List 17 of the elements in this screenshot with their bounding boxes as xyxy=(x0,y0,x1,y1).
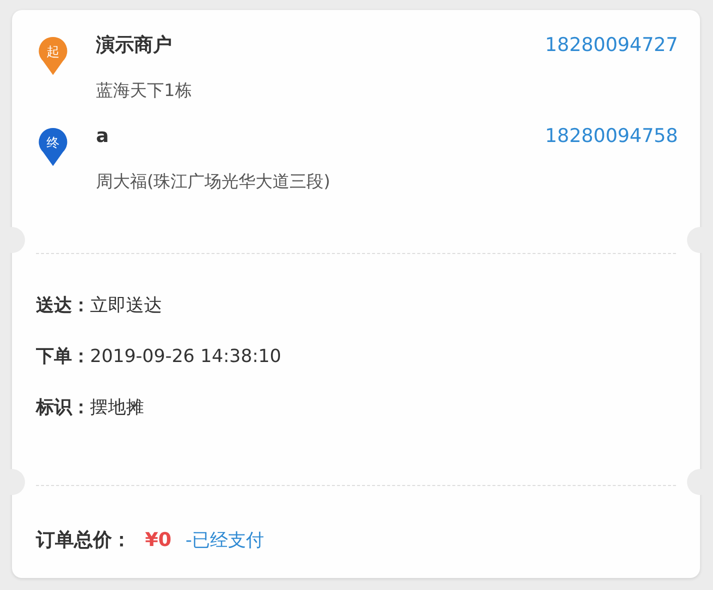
map-pin-icon: 起 xyxy=(38,36,68,76)
detail-value: 摆地摊 xyxy=(90,397,144,418)
total-label: 订单总价： xyxy=(36,528,131,552)
detail-label: 标识： xyxy=(36,397,90,418)
detail-label: 送达： xyxy=(36,295,90,316)
map-pin-icon: 终 xyxy=(38,127,68,167)
detail-label: 下单： xyxy=(36,346,90,367)
phone-link[interactable]: 18280094758 xyxy=(545,123,678,149)
stop-address: 周大福(珠江广场光华大道三段) xyxy=(96,171,332,193)
total-price: ¥0 xyxy=(145,528,172,552)
payment-status: -已经支付 xyxy=(185,529,264,553)
stop-name: a xyxy=(96,124,109,149)
detail-value: 立即送达 xyxy=(90,295,162,316)
detail-value: 2019-09-26 14:38:10 xyxy=(90,346,282,367)
stop-address: 蓝海天下1栋 xyxy=(96,80,193,102)
stop-name: 演示商户 xyxy=(96,33,172,58)
phone-link[interactable]: 18280094727 xyxy=(545,32,678,58)
